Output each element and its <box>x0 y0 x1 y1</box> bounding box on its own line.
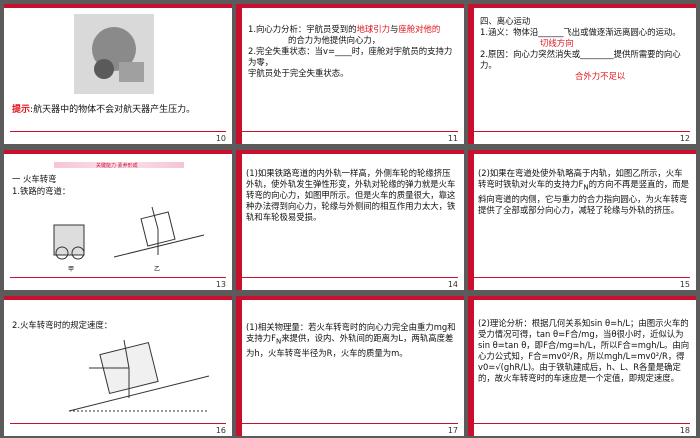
slide-body: 四、离心运动 1.涵义：物体沿______飞出或做逐渐远离圆心的运动。 切线方向… <box>480 16 681 81</box>
slide-thumbnail[interactable]: (2)理论分析：根据几何关系知sin θ=h/L；由图示火车的受力情况可得，ta… <box>468 296 696 436</box>
figure-label-b: 乙 <box>154 266 161 273</box>
slide-body: 1.向心力分析：宇航员受到的地球引力与座舱对他的 的合力为他提供向心力， 2.完… <box>248 24 453 78</box>
slide-number: 14 <box>447 280 458 289</box>
slide-number: 18 <box>679 426 690 435</box>
subheading: 1.铁路的弯道： <box>12 186 71 196</box>
slide-body: (1)相关物理量：若火车转弯时的向心力完全由重力mg和支持力FN来提供，设内、外… <box>246 322 456 358</box>
title-bar <box>4 4 232 8</box>
slide-number: 17 <box>447 426 458 435</box>
rail-diagram <box>53 206 205 260</box>
slide-number: 16 <box>215 426 226 435</box>
section-heading: 一 火车转弯 <box>12 174 57 184</box>
section-heading: 2.火车转弯时的规定速度： <box>12 320 113 330</box>
slide-number: 10 <box>215 134 226 143</box>
slide-number: 15 <box>679 280 690 289</box>
slide-thumbnail[interactable]: 2.火车转弯时的规定速度： 16 <box>4 296 232 436</box>
astronaut-image <box>74 14 154 94</box>
slide-body: (2)理论分析：根据几何关系知sin θ=h/L；由图示火车的受力情况可得，ta… <box>478 318 690 383</box>
hint-text: 航天器中的物体不会对航天器产生压力。 <box>33 105 196 115</box>
banner-text: 关键能力·素养形成 <box>96 163 138 169</box>
slide-number: 13 <box>215 280 226 289</box>
slide-thumbnail[interactable]: (1)如果铁路弯道的内外轨一样高，外侧车轮的轮缘挤压外轨，使外轨发生弹性形变，外… <box>236 150 464 290</box>
slide-thumbnail[interactable]: 1.向心力分析：宇航员受到的地球引力与座舱对他的 的合力为他提供向心力， 2.完… <box>236 4 464 144</box>
slide-number: 12 <box>679 134 690 143</box>
figure-label-a: 甲 <box>68 266 75 273</box>
slide-body: (1)如果铁路弯道的内外轨一样高，外侧车轮的轮缘挤压外轨，使外轨发生弹性形变，外… <box>246 168 456 222</box>
slide-thumbnail[interactable]: (2)如果在弯道处使外轨略高于内轨，如图乙所示，火车转弯时铁轨对火车的支持力FN… <box>468 150 696 290</box>
slide-thumbnail[interactable]: (1)相关物理量：若火车转弯时的向心力完全由重力mg和支持力FN来提供，设内、外… <box>236 296 464 436</box>
slide-thumbnail[interactable]: 四、离心运动 1.涵义：物体沿______飞出或做逐渐远离圆心的运动。 切线方向… <box>468 4 696 144</box>
slide-body: (2)如果在弯道处使外轨略高于内轨，如图乙所示，火车转弯时铁轨对火车的支持力FN… <box>478 168 690 215</box>
slide-thumbnail[interactable]: 关键能力·素养形成 一 火车转弯 1.铁路的弯道： 甲 乙 13 <box>4 150 232 290</box>
hint-label: 提示 <box>12 105 31 115</box>
force-diagram <box>68 339 210 412</box>
slide-number: 11 <box>447 134 458 143</box>
hint-line: 提示:航天器中的物体不会对航天器产生压力。 <box>12 105 196 115</box>
slide-thumbnail[interactable]: 提示:航天器中的物体不会对航天器产生压力。 10 <box>4 4 232 144</box>
